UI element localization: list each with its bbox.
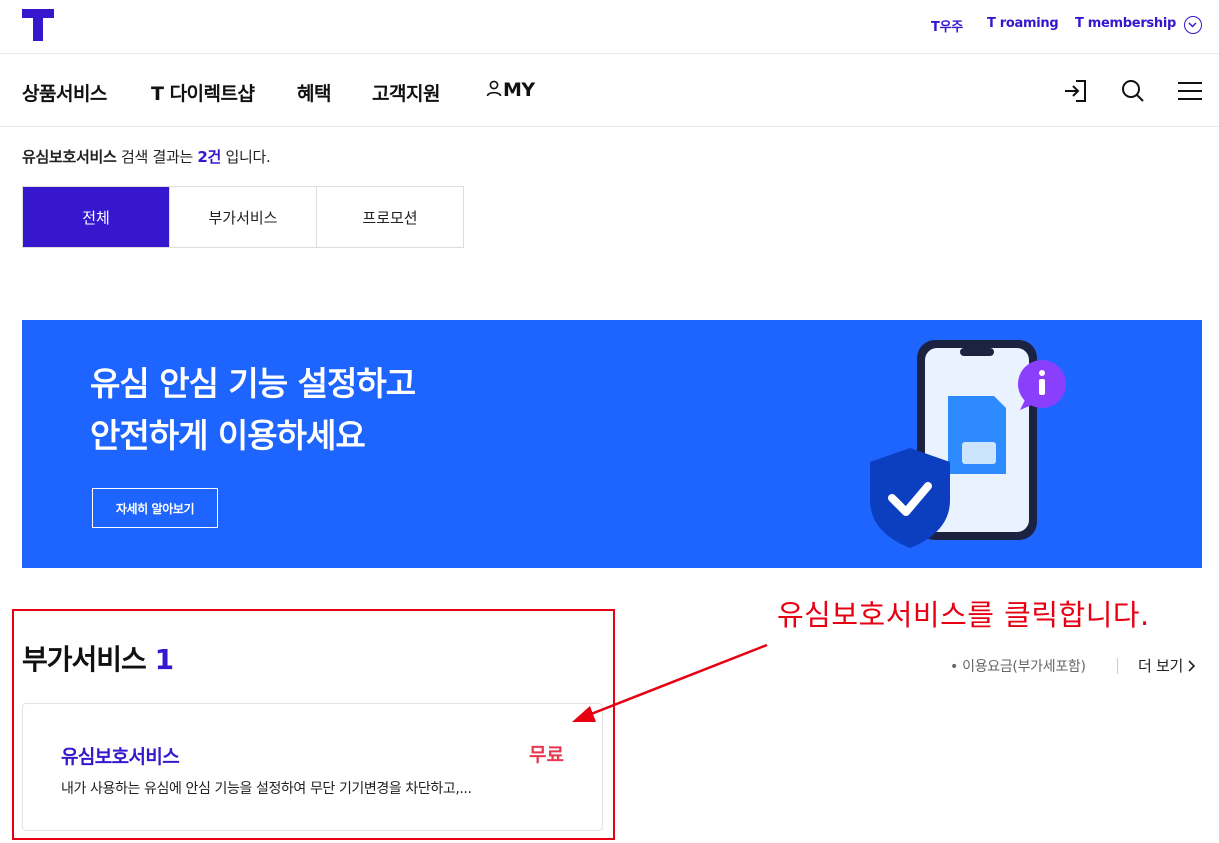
banner-title-line2: 안전하게 이용하세요 (90, 416, 366, 455)
person-icon (486, 80, 502, 97)
nav-item-benefits[interactable]: 혜택 (297, 79, 331, 106)
nav-item-my-label: MY (503, 79, 535, 101)
more-link-label: 더 보기 (1138, 657, 1183, 675)
result-text-after: 입니다. (225, 148, 271, 166)
link-t-universe[interactable]: T우주 (931, 16, 963, 35)
nav-item-my[interactable]: MY (485, 79, 535, 101)
utility-bar: T우주 T roaming T membership (0, 0, 1219, 54)
nav-item-products[interactable]: 상품서비스 (22, 79, 107, 106)
search-result-summary: 유심보호서비스 검색 결과는 2건 입니다. (22, 146, 271, 167)
t-logo-icon[interactable] (22, 9, 54, 41)
result-count: 2건 (197, 148, 222, 166)
tab-promotions[interactable]: 프로모션 (316, 187, 463, 247)
search-icon[interactable] (1119, 77, 1147, 105)
tab-all[interactable]: 전체 (23, 187, 169, 247)
divider (1117, 658, 1118, 674)
annotation-instruction: 유심보호서비스를 클릭합니다. (777, 598, 1150, 632)
result-tabs: 전체 부가서비스 프로모션 (22, 186, 464, 248)
search-query: 유심보호서비스 (22, 148, 117, 166)
annotation-highlight-box (12, 609, 615, 840)
main-nav: 상품서비스 T 다이렉트샵 혜택 고객지원 MY (0, 55, 1219, 127)
login-icon[interactable] (1062, 77, 1090, 105)
annotation-arrow-icon (572, 643, 768, 722)
banner-title-line1: 유심 안심 기능 설정하고 (90, 364, 416, 403)
result-text-before: 검색 결과는 (120, 148, 193, 166)
link-t-membership[interactable]: T membership (1075, 16, 1176, 31)
pricing-note: • 이용요금(부가세포함) (950, 659, 1086, 675)
more-link[interactable]: 더 보기 (1138, 655, 1197, 676)
link-t-roaming[interactable]: T roaming (987, 16, 1059, 31)
banner-title: 유심 안심 기능 설정하고 안전하게 이용하세요 (90, 358, 416, 462)
phone-sim-shield-illustration (870, 340, 1066, 548)
learn-more-button[interactable]: 자세히 알아보기 (92, 488, 218, 528)
promo-banner[interactable]: 유심 안심 기능 설정하고 안전하게 이용하세요 자세히 알아보기 (22, 320, 1202, 568)
chevron-right-icon (1188, 660, 1196, 672)
tab-add-on-services[interactable]: 부가서비스 (169, 187, 316, 247)
menu-icon[interactable] (1176, 77, 1204, 105)
nav-item-support[interactable]: 고객지원 (372, 79, 440, 106)
nav-item-direct-shop[interactable]: T 다이렉트샵 (151, 79, 255, 106)
chevron-down-icon[interactable] (1184, 16, 1202, 34)
